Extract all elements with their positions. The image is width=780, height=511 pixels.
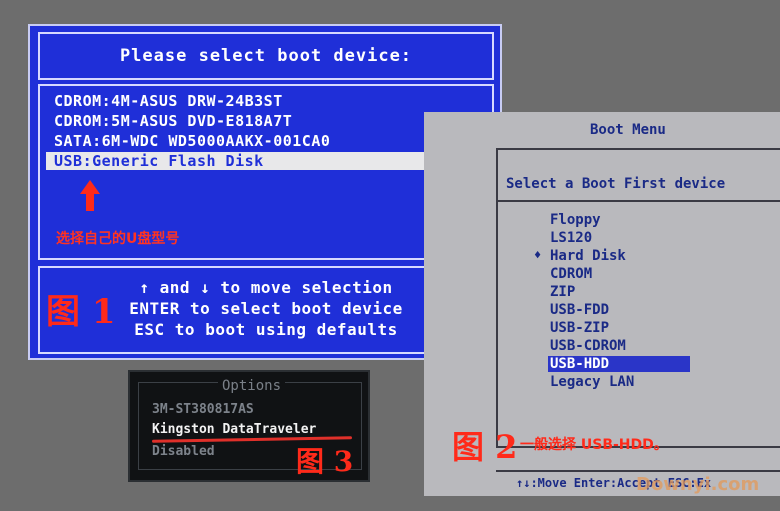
boot-option[interactable]: LS120 xyxy=(550,230,592,246)
boot-option[interactable]: CDROM xyxy=(550,266,592,282)
boot-menu-title: Boot Menu xyxy=(590,122,666,138)
boot-menu-title: Please select boot device: xyxy=(119,46,413,66)
award-boot-menu: Boot Menu Select a Boot First device ♦ F… xyxy=(424,112,780,496)
option-item-selected[interactable]: Kingston DataTraveler xyxy=(152,422,316,437)
option-item[interactable]: 3M-ST380817AS xyxy=(152,402,254,417)
bullet-icon: ♦ xyxy=(534,248,542,262)
boot-option[interactable]: USB-CDROM xyxy=(550,338,626,354)
option-item[interactable]: Disabled xyxy=(152,444,215,459)
boot-option[interactable]: Floppy xyxy=(550,212,601,228)
menu-frame xyxy=(496,148,780,448)
title-panel: Please select boot device: xyxy=(38,32,494,80)
arrow-up-icon-stem xyxy=(86,193,94,211)
boot-option[interactable]: ZIP xyxy=(550,284,575,300)
boot-option[interactable]: Legacy LAN xyxy=(550,374,634,390)
figure-note: 一般选择 USB-HDD。 xyxy=(520,437,668,453)
device-item[interactable]: SATA:6M-WDC WD5000AAKX-001CA0 xyxy=(54,132,330,150)
device-item[interactable]: CDROM:4M-ASUS DRW-24B3ST xyxy=(54,92,283,110)
arrow-up-icon xyxy=(80,180,100,194)
boot-option[interactable]: Hard Disk xyxy=(550,248,626,264)
options-screen-photo: Options 3M-ST380817AS Kingston DataTrave… xyxy=(128,370,370,482)
watermark-text: Downyi.com xyxy=(636,474,760,495)
boot-option[interactable]: USB-FDD xyxy=(550,302,609,318)
device-item[interactable]: CDROM:5M-ASUS DVD-E818A7T xyxy=(54,112,292,130)
options-title: Options xyxy=(218,378,286,394)
figure-label: 图 1 xyxy=(46,292,116,332)
figure-label: 图 2 xyxy=(452,428,518,466)
boot-menu-subtitle: Select a Boot First device xyxy=(506,176,726,192)
figure-label: 图 3 xyxy=(296,445,354,478)
boot-option[interactable]: USB-ZIP xyxy=(550,320,609,336)
boot-option-selected[interactable]: USB-HDD xyxy=(548,356,690,372)
divider xyxy=(496,200,780,202)
annotation-text: 选择自己的U盘型号 xyxy=(56,231,180,247)
